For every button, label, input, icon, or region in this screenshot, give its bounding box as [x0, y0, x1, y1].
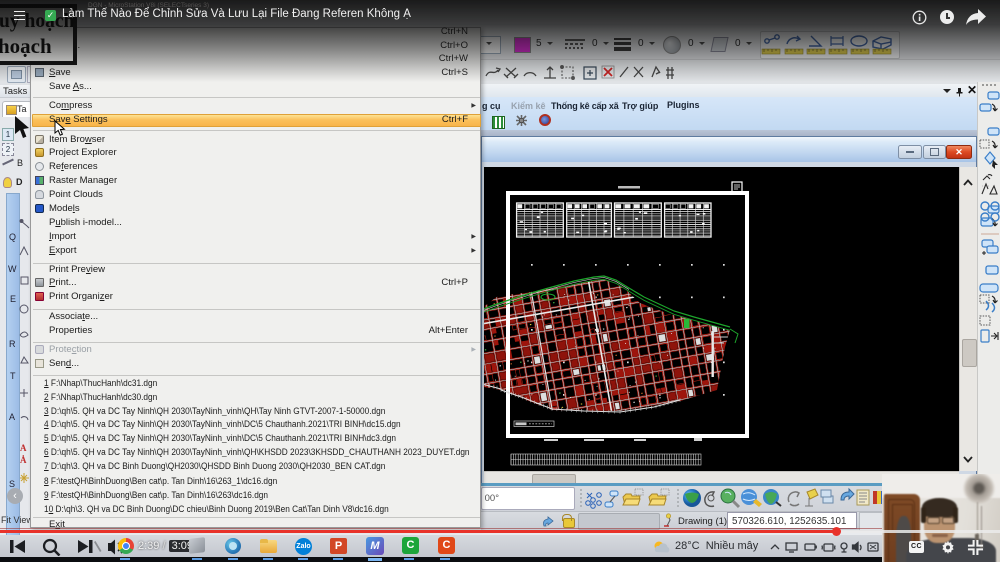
- svg-text:Ȧ: Ȧ: [20, 455, 27, 465]
- svg-text:A: A: [20, 443, 27, 453]
